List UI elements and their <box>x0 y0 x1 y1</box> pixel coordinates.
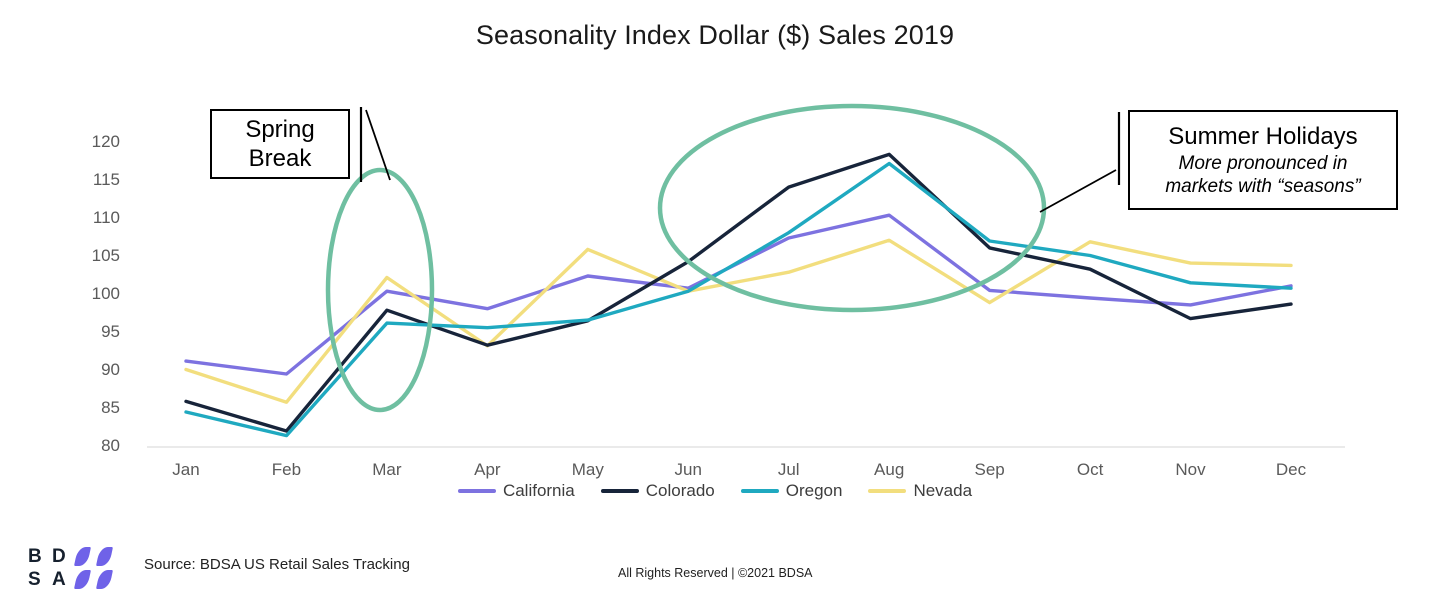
x-axis-tick-jul: Jul <box>777 460 800 479</box>
x-axis-tick-mar: Mar <box>372 460 402 479</box>
spring-break-title-line2: Break <box>248 145 312 172</box>
bdsa-logo: B D S A <box>28 545 120 591</box>
y-axis-tick-80: 80 <box>101 436 120 455</box>
logo-leaf-icon-4 <box>95 570 114 589</box>
summer-holidays-subtitle-line2: markets with “seasons” <box>1165 175 1361 197</box>
spring-break-highlight-ellipse <box>325 167 435 413</box>
logo-letter-s: S <box>28 569 41 590</box>
x-axis-tick-nov: Nov <box>1175 460 1206 479</box>
legend-item-nevada[interactable]: Nevada <box>868 481 972 501</box>
legend-item-california[interactable]: California <box>457 481 575 501</box>
x-axis-tick-aug: Aug <box>874 460 905 479</box>
y-axis-tick-115: 115 <box>92 170 120 189</box>
summer-holidays-callout: Summer Holidays More pronounced in marke… <box>1128 110 1398 210</box>
x-axis-tick-apr: Apr <box>474 460 501 479</box>
logo-leaf-icon-1 <box>73 547 92 566</box>
legend-label-colorado: Colorado <box>645 481 715 500</box>
legend-label-california: California <box>502 481 575 500</box>
x-axis-tick-may: May <box>571 460 604 479</box>
legend-item-colorado[interactable]: Colorado <box>600 481 715 501</box>
x-axis-tick-dec: Dec <box>1275 460 1307 479</box>
legend-label-nevada: Nevada <box>913 481 973 500</box>
logo-leaf-icon-3 <box>73 570 92 589</box>
spring-break-callout: Spring Break <box>210 109 350 179</box>
y-axis-tick-90: 90 <box>101 360 120 379</box>
legend-swatch-oregon <box>740 489 779 493</box>
y-axis-tick-110: 110 <box>92 208 120 227</box>
y-axis-tick-95: 95 <box>101 322 120 341</box>
y-axis-tick-100: 100 <box>91 284 120 303</box>
line-chart-plot <box>147 103 1345 448</box>
x-axis-tick-feb: Feb <box>271 460 302 479</box>
x-axis-tick-oct: Oct <box>1076 460 1104 479</box>
y-axis-tick-120: 120 <box>91 132 120 151</box>
chart-canvas: Seasonality Index Dollar ($) Sales 2019 … <box>0 0 1430 602</box>
logo-letter-b: B <box>28 546 42 567</box>
legend-swatch-nevada <box>868 489 907 493</box>
legend-swatch-colorado <box>600 489 639 493</box>
logo-leaf-icon-2 <box>95 547 114 566</box>
summer-callout-leader <box>1039 169 1117 213</box>
rights-note: All Rights Reserved | ©2021 BDSA <box>618 566 813 580</box>
legend-label-oregon: Oregon <box>785 481 843 500</box>
source-note: Source: BDSA US Retail Sales Tracking <box>144 556 410 573</box>
spring-break-callout-title: Spring Break <box>245 115 314 173</box>
logo-letter-a: A <box>52 569 66 590</box>
y-axis-tick-105: 105 <box>91 246 120 265</box>
logo-letter-d: D <box>52 546 66 567</box>
legend-swatch-california <box>457 489 496 493</box>
x-axis-tick-jun: Jun <box>674 460 702 479</box>
chart-legend: California Colorado Oregon Nevada <box>0 481 1430 501</box>
legend-item-oregon[interactable]: Oregon <box>740 481 843 501</box>
x-axis-tick-sep: Sep <box>974 460 1005 479</box>
annotation-shapes <box>325 103 1121 413</box>
y-axis-tick-85: 85 <box>101 398 120 417</box>
summer-holidays-callout-title: Summer Holidays <box>1168 122 1358 150</box>
summer-holidays-subtitle-line1: More pronounced in <box>1178 152 1348 174</box>
summer-holidays-callout-subtitle: More pronounced in markets with “seasons… <box>1165 152 1360 198</box>
x-axis-tick-jan: Jan <box>172 460 200 479</box>
spring-break-title-line1: Spring <box>245 116 315 143</box>
summer-holidays-highlight-ellipse <box>657 103 1047 313</box>
